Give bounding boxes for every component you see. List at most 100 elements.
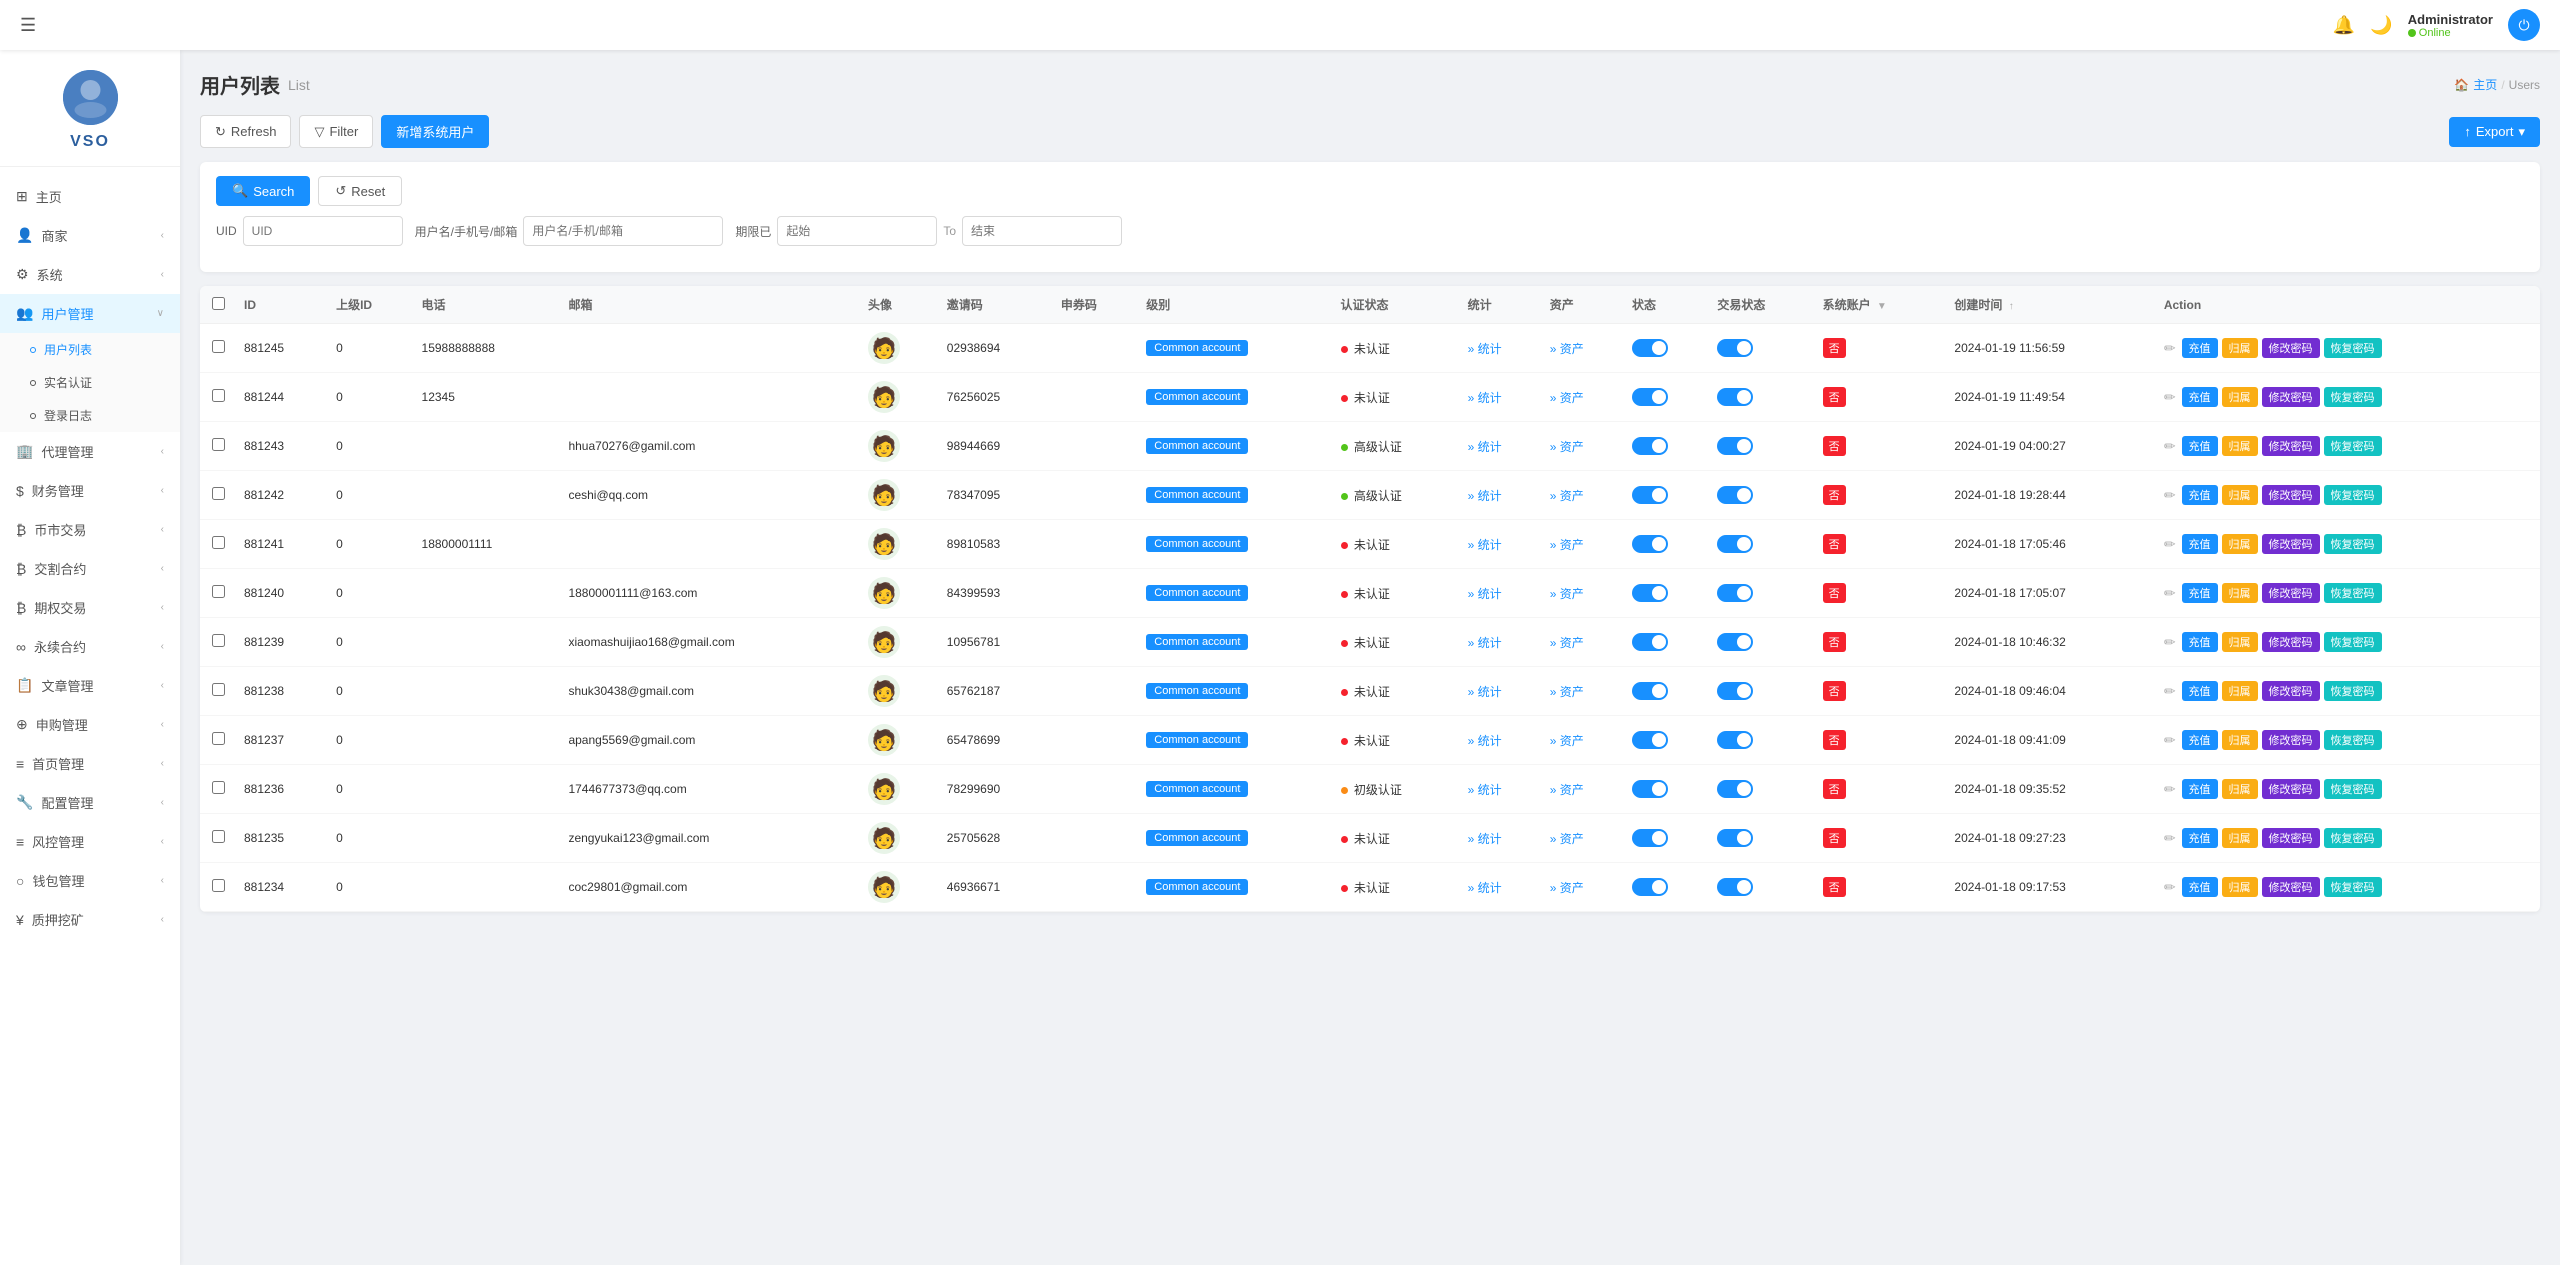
change-pwd-button[interactable]: 修改密码 [2262,828,2320,848]
edit-icon[interactable]: ✏ [2164,438,2176,455]
row-checkbox[interactable] [212,879,225,892]
sidebar-item-user-list[interactable]: 用户列表 [0,333,180,366]
charge-button[interactable]: 充值 [2182,338,2218,358]
charge-button[interactable]: 充值 [2182,828,2218,848]
stats-link[interactable]: » 统计 [1468,489,1502,503]
charge-button[interactable]: 充值 [2182,387,2218,407]
restore-pwd-button[interactable]: 恢复密码 [2324,779,2382,799]
menu-icon[interactable]: ☰ [20,15,36,36]
sidebar-item-doc[interactable]: 📋 文章管理 ‹ [0,666,180,705]
frozen-button[interactable]: 归属 [2222,534,2258,554]
sidebar-item-system[interactable]: ⚙ 系统 ‹ [0,255,180,294]
assets-link[interactable]: » 资产 [1550,440,1584,454]
row-checkbox[interactable] [212,340,225,353]
breadcrumb-home[interactable]: 主页 [2473,76,2497,93]
frozen-button[interactable]: 归属 [2222,387,2258,407]
change-pwd-button[interactable]: 修改密码 [2262,534,2320,554]
stats-link[interactable]: » 统计 [1468,440,1502,454]
row-checkbox[interactable] [212,389,225,402]
sidebar-item-perpetual[interactable]: ∞ 永续合约 ‹ [0,627,180,666]
frozen-button[interactable]: 归属 [2222,681,2258,701]
stats-link[interactable]: » 统计 [1468,734,1502,748]
assets-link[interactable]: » 资产 [1550,783,1584,797]
status-toggle[interactable] [1632,878,1668,896]
charge-button[interactable]: 充值 [2182,436,2218,456]
trade-status-toggle[interactable] [1717,878,1753,896]
search-button[interactable]: 🔍 Search [216,176,310,206]
frozen-button[interactable]: 归属 [2222,485,2258,505]
edit-icon[interactable]: ✏ [2164,585,2176,602]
frozen-button[interactable]: 归属 [2222,877,2258,897]
trade-status-toggle[interactable] [1717,633,1753,651]
row-checkbox[interactable] [212,830,225,843]
sidebar-item-crypto[interactable]: ₿ 币市交易 ‹ [0,510,180,549]
status-toggle[interactable] [1632,584,1668,602]
stats-link[interactable]: » 统计 [1468,587,1502,601]
assets-link[interactable]: » 资产 [1550,342,1584,356]
change-pwd-button[interactable]: 修改密码 [2262,485,2320,505]
sidebar-item-futures[interactable]: ₿ 期权交易 ‹ [0,588,180,627]
status-toggle[interactable] [1632,486,1668,504]
export-button[interactable]: ↑ Export ▾ [2449,117,2540,147]
sidebar-item-finance[interactable]: $ 财务管理 ‹ [0,471,180,510]
uid-input[interactable] [243,216,403,246]
charge-button[interactable]: 充值 [2182,583,2218,603]
edit-icon[interactable]: ✏ [2164,879,2176,896]
trade-status-toggle[interactable] [1717,535,1753,553]
edit-icon[interactable]: ✏ [2164,487,2176,504]
edit-icon[interactable]: ✏ [2164,683,2176,700]
sidebar-item-apply[interactable]: ⊕ 申购管理 ‹ [0,705,180,744]
row-checkbox[interactable] [212,438,225,451]
frozen-button[interactable]: 归属 [2222,730,2258,750]
row-checkbox[interactable] [212,487,225,500]
sidebar-item-home-mgmt[interactable]: ≡ 首页管理 ‹ [0,744,180,783]
trade-status-toggle[interactable] [1717,486,1753,504]
assets-link[interactable]: » 资产 [1550,734,1584,748]
change-pwd-button[interactable]: 修改密码 [2262,877,2320,897]
status-toggle[interactable] [1632,780,1668,798]
row-checkbox[interactable] [212,683,225,696]
sidebar-item-login-log[interactable]: 登录日志 [0,399,180,432]
restore-pwd-button[interactable]: 恢复密码 [2324,583,2382,603]
edit-icon[interactable]: ✏ [2164,389,2176,406]
change-pwd-button[interactable]: 修改密码 [2262,632,2320,652]
sidebar-item-wallet[interactable]: ○ 钱包管理 ‹ [0,861,180,900]
sidebar-item-contract[interactable]: ₿ 交割合约 ‹ [0,549,180,588]
stats-link[interactable]: » 统计 [1468,881,1502,895]
frozen-button[interactable]: 归属 [2222,338,2258,358]
edit-icon[interactable]: ✏ [2164,781,2176,798]
restore-pwd-button[interactable]: 恢复密码 [2324,485,2382,505]
charge-button[interactable]: 充值 [2182,485,2218,505]
refresh-button[interactable]: ↻ Refresh [200,115,291,148]
sidebar-item-merchant[interactable]: 👤 商家 ‹ [0,216,180,255]
charge-button[interactable]: 充值 [2182,681,2218,701]
frozen-button[interactable]: 归属 [2222,583,2258,603]
status-toggle[interactable] [1632,829,1668,847]
assets-link[interactable]: » 资产 [1550,538,1584,552]
sidebar-item-real-name[interactable]: 实名认证 [0,366,180,399]
trade-status-toggle[interactable] [1717,339,1753,357]
sidebar-item-home[interactable]: ⊞ 主页 [0,177,180,216]
restore-pwd-button[interactable]: 恢复密码 [2324,387,2382,407]
trade-status-toggle[interactable] [1717,780,1753,798]
change-pwd-button[interactable]: 修改密码 [2262,681,2320,701]
edit-icon[interactable]: ✏ [2164,536,2176,553]
restore-pwd-button[interactable]: 恢复密码 [2324,534,2382,554]
charge-button[interactable]: 充值 [2182,534,2218,554]
change-pwd-button[interactable]: 修改密码 [2262,583,2320,603]
frozen-button[interactable]: 归属 [2222,828,2258,848]
edit-icon[interactable]: ✏ [2164,830,2176,847]
status-toggle[interactable] [1632,682,1668,700]
trade-status-toggle[interactable] [1717,437,1753,455]
restore-pwd-button[interactable]: 恢复密码 [2324,632,2382,652]
restore-pwd-button[interactable]: 恢复密码 [2324,877,2382,897]
power-button[interactable]: ⏻ [2508,9,2540,41]
edit-icon[interactable]: ✏ [2164,634,2176,651]
moon-icon[interactable]: 🌙 [2370,15,2392,36]
charge-button[interactable]: 充值 [2182,779,2218,799]
sidebar-item-proxy[interactable]: 🏢 代理管理 ‹ [0,432,180,471]
sidebar-item-mining[interactable]: ¥ 质押挖矿 ‹ [0,900,180,939]
assets-link[interactable]: » 资产 [1550,587,1584,601]
select-all-checkbox[interactable] [212,297,225,310]
assets-link[interactable]: » 资产 [1550,391,1584,405]
